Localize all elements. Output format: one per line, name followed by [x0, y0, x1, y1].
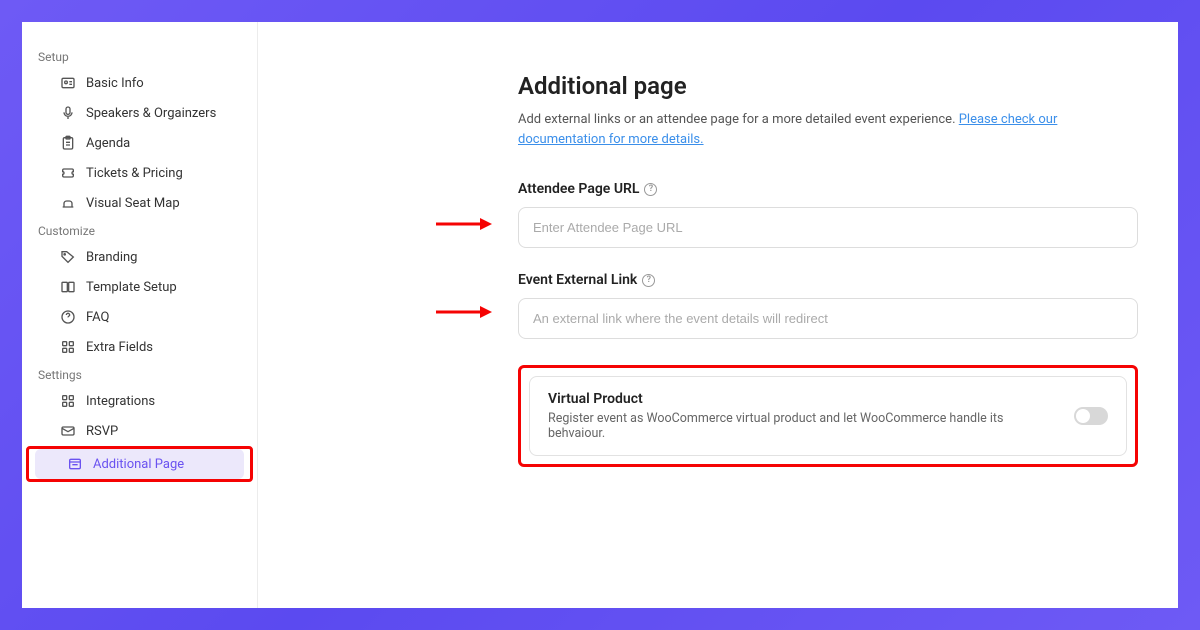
sidebar-item-label: Integrations	[86, 394, 155, 409]
virtual-product-text: Virtual Product Register event as WooCom…	[548, 391, 1058, 441]
apps-icon	[60, 393, 76, 409]
annotation-arrow	[436, 304, 492, 318]
sidebar: Setup Basic Info Speakers & Orgainzers A…	[22, 22, 258, 608]
main-content: Additional page Add external links or an…	[258, 22, 1178, 608]
help-icon[interactable]: ?	[642, 274, 655, 287]
seat-icon	[60, 195, 76, 211]
help-icon[interactable]: ?	[644, 183, 657, 196]
sidebar-item-tickets[interactable]: Tickets & Pricing	[28, 158, 251, 188]
virtual-product-card: Virtual Product Register event as WooCom…	[529, 376, 1127, 456]
sidebar-item-label: Additional Page	[93, 457, 184, 472]
annotation-arrow	[436, 216, 492, 230]
highlight-box-virtual: Virtual Product Register event as WooCom…	[518, 365, 1138, 467]
grid-icon	[60, 339, 76, 355]
sidebar-item-label: Template Setup	[86, 280, 177, 295]
sidebar-item-extra-fields[interactable]: Extra Fields	[28, 332, 251, 362]
sidebar-item-label: Speakers & Orgainzers	[86, 106, 216, 121]
sidebar-item-label: FAQ	[86, 310, 109, 325]
sidebar-item-label: Agenda	[86, 136, 130, 151]
highlight-box-sidebar: Additional Page	[26, 446, 253, 482]
sidebar-item-label: Tickets & Pricing	[86, 166, 183, 181]
sidebar-item-additional-page[interactable]: Additional Page	[35, 449, 244, 479]
sidebar-item-faq[interactable]: FAQ	[28, 302, 251, 332]
virtual-product-title: Virtual Product	[548, 391, 1058, 407]
sidebar-item-label: Branding	[86, 250, 137, 265]
sidebar-item-speakers[interactable]: Speakers & Orgainzers	[28, 98, 251, 128]
virtual-product-toggle[interactable]	[1074, 407, 1108, 425]
virtual-product-description: Register event as WooCommerce virtual pr…	[548, 411, 1058, 441]
sidebar-item-label: Extra Fields	[86, 340, 153, 355]
sidebar-item-basic-info[interactable]: Basic Info	[28, 68, 251, 98]
external-link-label: Event External Link ?	[518, 272, 1138, 288]
envelope-icon	[60, 423, 76, 439]
sidebar-item-label: RSVP	[86, 424, 118, 439]
layout-icon	[60, 279, 76, 295]
app-window: Setup Basic Info Speakers & Orgainzers A…	[22, 22, 1178, 608]
page-description: Add external links or an attendee page f…	[518, 110, 1138, 149]
sidebar-item-label: Basic Info	[86, 76, 144, 91]
label-text: Attendee Page URL	[518, 181, 639, 197]
section-header-setup: Setup	[22, 44, 257, 68]
question-icon	[60, 309, 76, 325]
id-card-icon	[60, 75, 76, 91]
label-text: Event External Link	[518, 272, 637, 288]
sidebar-item-integrations[interactable]: Integrations	[28, 386, 251, 416]
sidebar-item-label: Visual Seat Map	[86, 196, 180, 211]
page-icon	[67, 456, 83, 472]
page-description-text: Add external links or an attendee page f…	[518, 112, 959, 127]
attendee-url-input[interactable]	[518, 207, 1138, 248]
sidebar-item-rsvp[interactable]: RSVP	[28, 416, 251, 446]
sidebar-item-template[interactable]: Template Setup	[28, 272, 251, 302]
clipboard-icon	[60, 135, 76, 151]
attendee-url-label: Attendee Page URL ?	[518, 181, 1138, 197]
sidebar-item-branding[interactable]: Branding	[28, 242, 251, 272]
external-link-input[interactable]	[518, 298, 1138, 339]
sidebar-item-seat-map[interactable]: Visual Seat Map	[28, 188, 251, 218]
tag-icon	[60, 249, 76, 265]
ticket-icon	[60, 165, 76, 181]
section-header-customize: Customize	[22, 218, 257, 242]
mic-icon	[60, 105, 76, 121]
section-header-settings: Settings	[22, 362, 257, 386]
sidebar-item-agenda[interactable]: Agenda	[28, 128, 251, 158]
page-title: Additional page	[518, 72, 1138, 100]
